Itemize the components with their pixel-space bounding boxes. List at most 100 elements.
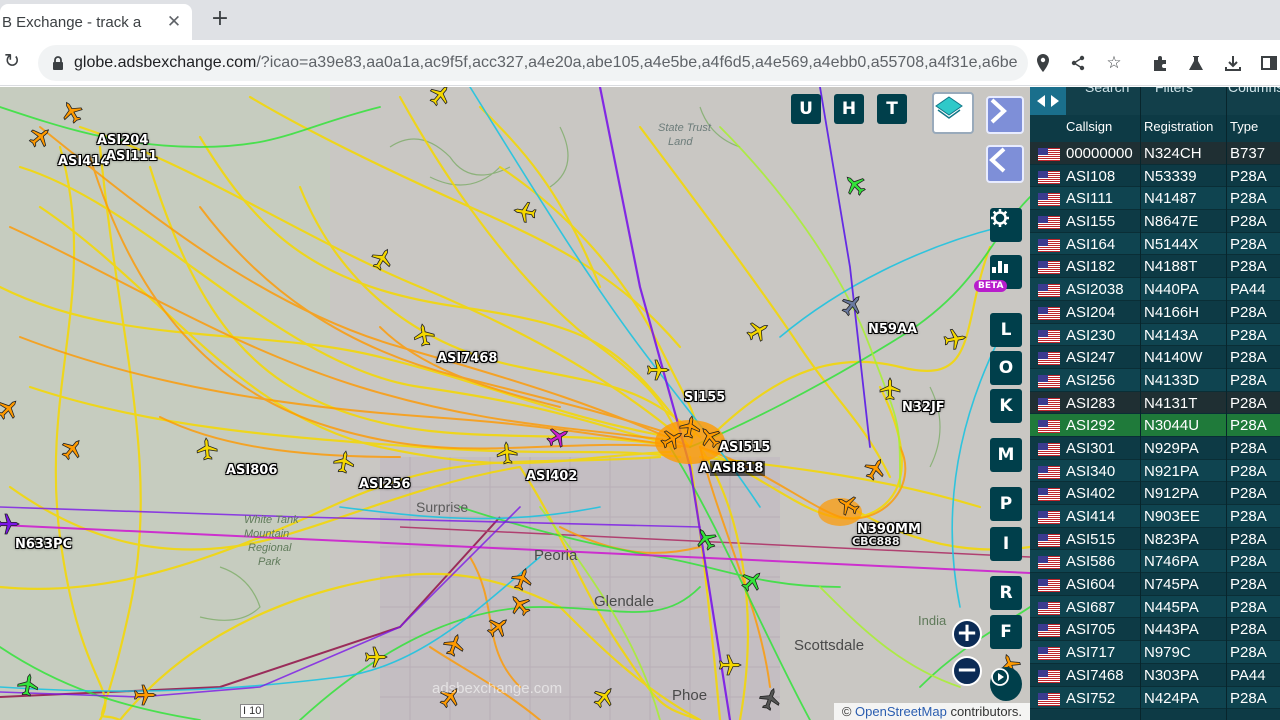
aircraft-label[interactable]: N633PC <box>15 537 72 552</box>
toggle-h-button[interactable]: H <box>834 94 864 124</box>
table-row[interactable]: ASI7468 N303PA PA44 <box>1030 663 1280 687</box>
layers-icon <box>935 96 963 119</box>
table-row[interactable]: ASI111 N41487 P28A <box>1030 187 1280 211</box>
toggle-p-button[interactable]: P <box>990 487 1022 521</box>
table-row[interactable]: ASI604 N745PA P28A <box>1030 573 1280 596</box>
toggle-u-button[interactable]: U <box>791 94 821 124</box>
us-flag-icon <box>1038 669 1060 683</box>
header-callsign[interactable]: Callsign <box>1066 119 1112 134</box>
table-row[interactable]: ASI247 N4140W P28A <box>1030 346 1280 369</box>
toggle-t-button[interactable]: T <box>877 94 907 124</box>
table-row[interactable]: ASI687 N445PA P28A <box>1030 595 1280 619</box>
replay-button[interactable] <box>990 667 1022 701</box>
aircraft-label[interactable]: N59AA <box>868 322 917 337</box>
aircraft-label[interactable]: ASI414 <box>58 154 109 169</box>
aircraft-label-selected[interactable]: ASI818 <box>710 461 766 476</box>
cell-type: P28A <box>1230 485 1267 503</box>
table-row[interactable]: ASI155 N8647E P28A <box>1030 210 1280 233</box>
toggle-k-button[interactable]: K <box>990 389 1022 423</box>
aircraft-label[interactable]: N390MM <box>857 522 921 537</box>
toggle-m-button[interactable]: M <box>990 438 1022 472</box>
panel-forward-button[interactable] <box>986 96 1024 134</box>
cell-type: P28A <box>1230 326 1267 344</box>
openstreetmap-link[interactable]: OpenStreetMap <box>855 704 947 719</box>
table-row[interactable]: ASI2038 N440PA PA44 <box>1030 278 1280 301</box>
new-tab-button[interactable]: + <box>208 7 232 31</box>
table-row[interactable]: ASI515 N823PA P28A <box>1030 527 1280 551</box>
tab-filters[interactable]: Filters <box>1155 87 1193 95</box>
aircraft-label[interactable]: ASI7468 <box>437 351 497 366</box>
toggle-i-button[interactable]: I <box>990 527 1022 561</box>
aircraft-label[interactable]: ASI515 <box>719 440 770 455</box>
toggle-o-button[interactable]: O <box>990 351 1022 385</box>
aircraft-label[interactable]: ASI204 <box>97 133 148 148</box>
toggle-f-button[interactable]: F <box>990 615 1022 649</box>
download-icon[interactable] <box>1222 52 1244 74</box>
panel-resize-toggle[interactable] <box>1030 87 1066 115</box>
table-row[interactable]: ASI283 N4131T P28A <box>1030 391 1280 415</box>
close-tab-icon[interactable]: ✕ <box>164 12 184 32</box>
address-bar[interactable]: globe.adsbexchange.com/?icao=a39e83,aa0a… <box>38 45 1028 81</box>
url-text[interactable]: globe.adsbexchange.com/?icao=a39e83,aa0a… <box>74 54 1019 72</box>
place-label: State Trust <box>658 122 711 134</box>
header-type[interactable]: Type <box>1230 119 1258 134</box>
table-row[interactable]: ASI340 N921PA P28A <box>1030 459 1280 483</box>
lab-flask-icon[interactable] <box>1185 52 1207 74</box>
table-row[interactable]: ASI402 N912PA P28A <box>1030 482 1280 505</box>
panel-back-button[interactable] <box>986 145 1024 183</box>
aircraft-label[interactable]: ASI256 <box>359 477 410 492</box>
aircraft-label[interactable]: ASI806 <box>226 463 277 478</box>
us-flag-icon <box>1038 352 1060 366</box>
extensions-icon[interactable] <box>1149 52 1171 74</box>
aircraft-label[interactable]: A <box>699 461 709 476</box>
toggle-l-button[interactable]: L <box>990 313 1022 347</box>
table-row[interactable]: ASI182 N4188T P28A <box>1030 255 1280 279</box>
toggle-r-button[interactable]: R <box>990 576 1022 610</box>
tab-columns[interactable]: Columns <box>1228 87 1280 95</box>
cell-registration: N929PA <box>1144 439 1199 457</box>
table-row[interactable]: ASI256 N4133D P28A <box>1030 368 1280 392</box>
table-row[interactable]: ASI717 N979C P28A <box>1030 641 1280 664</box>
us-flag-icon <box>1038 601 1060 615</box>
table-row[interactable]: ASI752 N424PA P28A <box>1030 686 1280 710</box>
browser-tab[interactable]: B Exchange - track a ✕ <box>0 4 192 40</box>
aircraft-label[interactable]: N32JF <box>902 400 945 415</box>
lock-icon[interactable] <box>50 55 66 71</box>
place-label: Scottsdale <box>794 637 865 654</box>
us-flag-icon <box>1038 216 1060 230</box>
aircraft-label[interactable]: ASI402 <box>526 469 577 484</box>
zoom-out-button[interactable]: − <box>952 656 982 686</box>
side-panel-icon[interactable] <box>1258 52 1280 74</box>
table-row[interactable]: ASI705 N443PA P28A <box>1030 618 1280 642</box>
aircraft-label[interactable]: SI155 <box>684 390 725 405</box>
table-row[interactable]: ASI164 N5144X P28A <box>1030 232 1280 256</box>
cell-callsign: 00000000 <box>1066 145 1133 162</box>
table-row[interactable]: ASI108 N53339 P28A <box>1030 164 1280 188</box>
location-pin-icon[interactable] <box>1032 52 1054 74</box>
aircraft-label[interactable]: ASI111 <box>106 149 157 164</box>
bookmark-star-icon[interactable]: ☆ <box>1103 52 1125 74</box>
reload-icon[interactable]: ↻ <box>0 50 24 74</box>
header-registration[interactable]: Registration <box>1144 119 1213 134</box>
table-row[interactable]: ASI414 N903EE P28A <box>1030 505 1280 528</box>
map-canvas[interactable] <box>0 87 1030 720</box>
table-row[interactable]: ASI301 N929PA P28A <box>1030 436 1280 460</box>
flight-map[interactable]: State Trust Land Surprise Peoria Glendal… <box>0 87 1030 720</box>
cell-callsign: ASI340 <box>1066 462 1116 480</box>
tab-search[interactable]: Search <box>1085 87 1129 95</box>
map-layers-button[interactable] <box>932 92 974 134</box>
us-flag-icon <box>1038 238 1060 252</box>
us-flag-icon <box>1038 420 1060 434</box>
cell-callsign: ASI752 <box>1066 689 1116 707</box>
share-icon[interactable] <box>1067 52 1089 74</box>
table-row[interactable]: 00000000 N324CH B737 <box>1030 142 1280 165</box>
us-flag-icon <box>1038 624 1060 638</box>
us-flag-icon <box>1038 148 1060 161</box>
zoom-in-button[interactable]: + <box>952 619 982 649</box>
settings-button[interactable] <box>990 208 1022 242</box>
table-row[interactable]: ASI204 N4166H P28A <box>1030 300 1280 324</box>
aircraft-table-panel: Search Filters Columns Callsign Registra… <box>1030 87 1280 720</box>
table-row[interactable]: ASI586 N746PA P28A <box>1030 550 1280 574</box>
table-row[interactable]: ASI230 N4143A P28A <box>1030 323 1280 347</box>
table-row[interactable]: ASI292 N3044U P28A <box>1030 414 1280 437</box>
